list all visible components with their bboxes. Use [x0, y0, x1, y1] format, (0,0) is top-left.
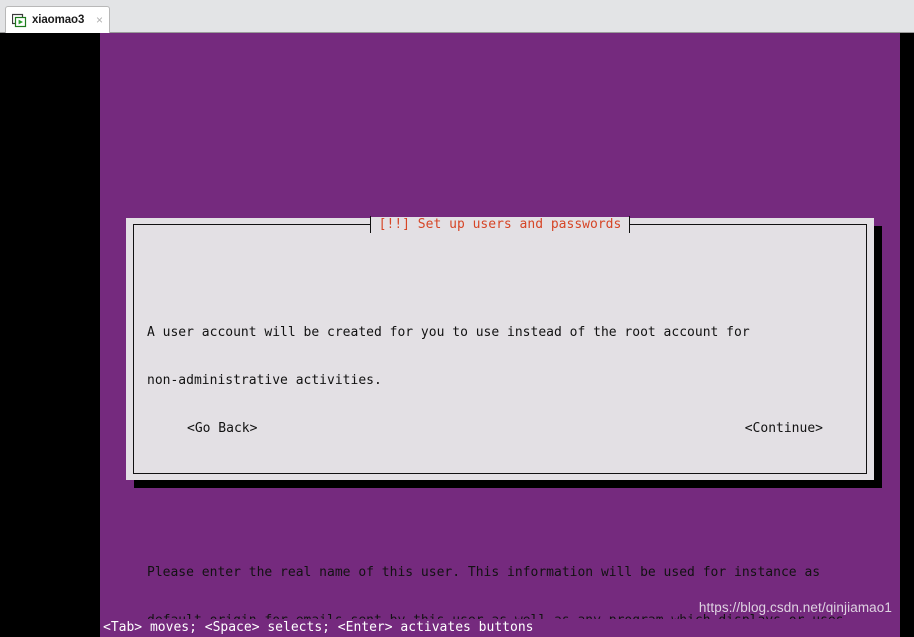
dialog-button-row: <Go Back> <Continue> — [147, 421, 853, 437]
console-status-bar: <Tab> moves; <Space> selects; <Enter> ac… — [103, 620, 534, 635]
vm-console-icon — [11, 13, 27, 28]
paragraph-1-line-1: A user account will be created for you t… — [147, 325, 750, 340]
tab-strip: xiaomao3 × — [0, 0, 914, 33]
tab-xiaomao3[interactable]: xiaomao3 × — [5, 6, 110, 33]
tab-label: xiaomao3 — [32, 14, 85, 26]
paragraph-2-line-1: Please enter the real name of this user.… — [147, 565, 821, 580]
setup-users-dialog: [!!] Set up users and passwords A user a… — [126, 216, 874, 628]
go-back-button[interactable]: <Go Back> — [187, 421, 257, 437]
dialog-frame: [!!] Set up users and passwords A user a… — [133, 216, 867, 628]
close-icon[interactable]: × — [94, 14, 105, 26]
paragraph-1-line-2: non-administrative activities. — [147, 373, 382, 388]
continue-button[interactable]: <Continue> — [745, 421, 823, 437]
vm-console-viewport[interactable]: [!!] Set up users and passwords A user a… — [0, 33, 914, 637]
watermark: https://blog.csdn.net/qinjiamao1 — [698, 600, 892, 615]
paragraph-1: A user account will be created for you t… — [147, 293, 853, 421]
console-screen[interactable]: [!!] Set up users and passwords A user a… — [100, 33, 900, 637]
application-window: xiaomao3 × [!!] Set up users and passwor… — [0, 0, 914, 637]
